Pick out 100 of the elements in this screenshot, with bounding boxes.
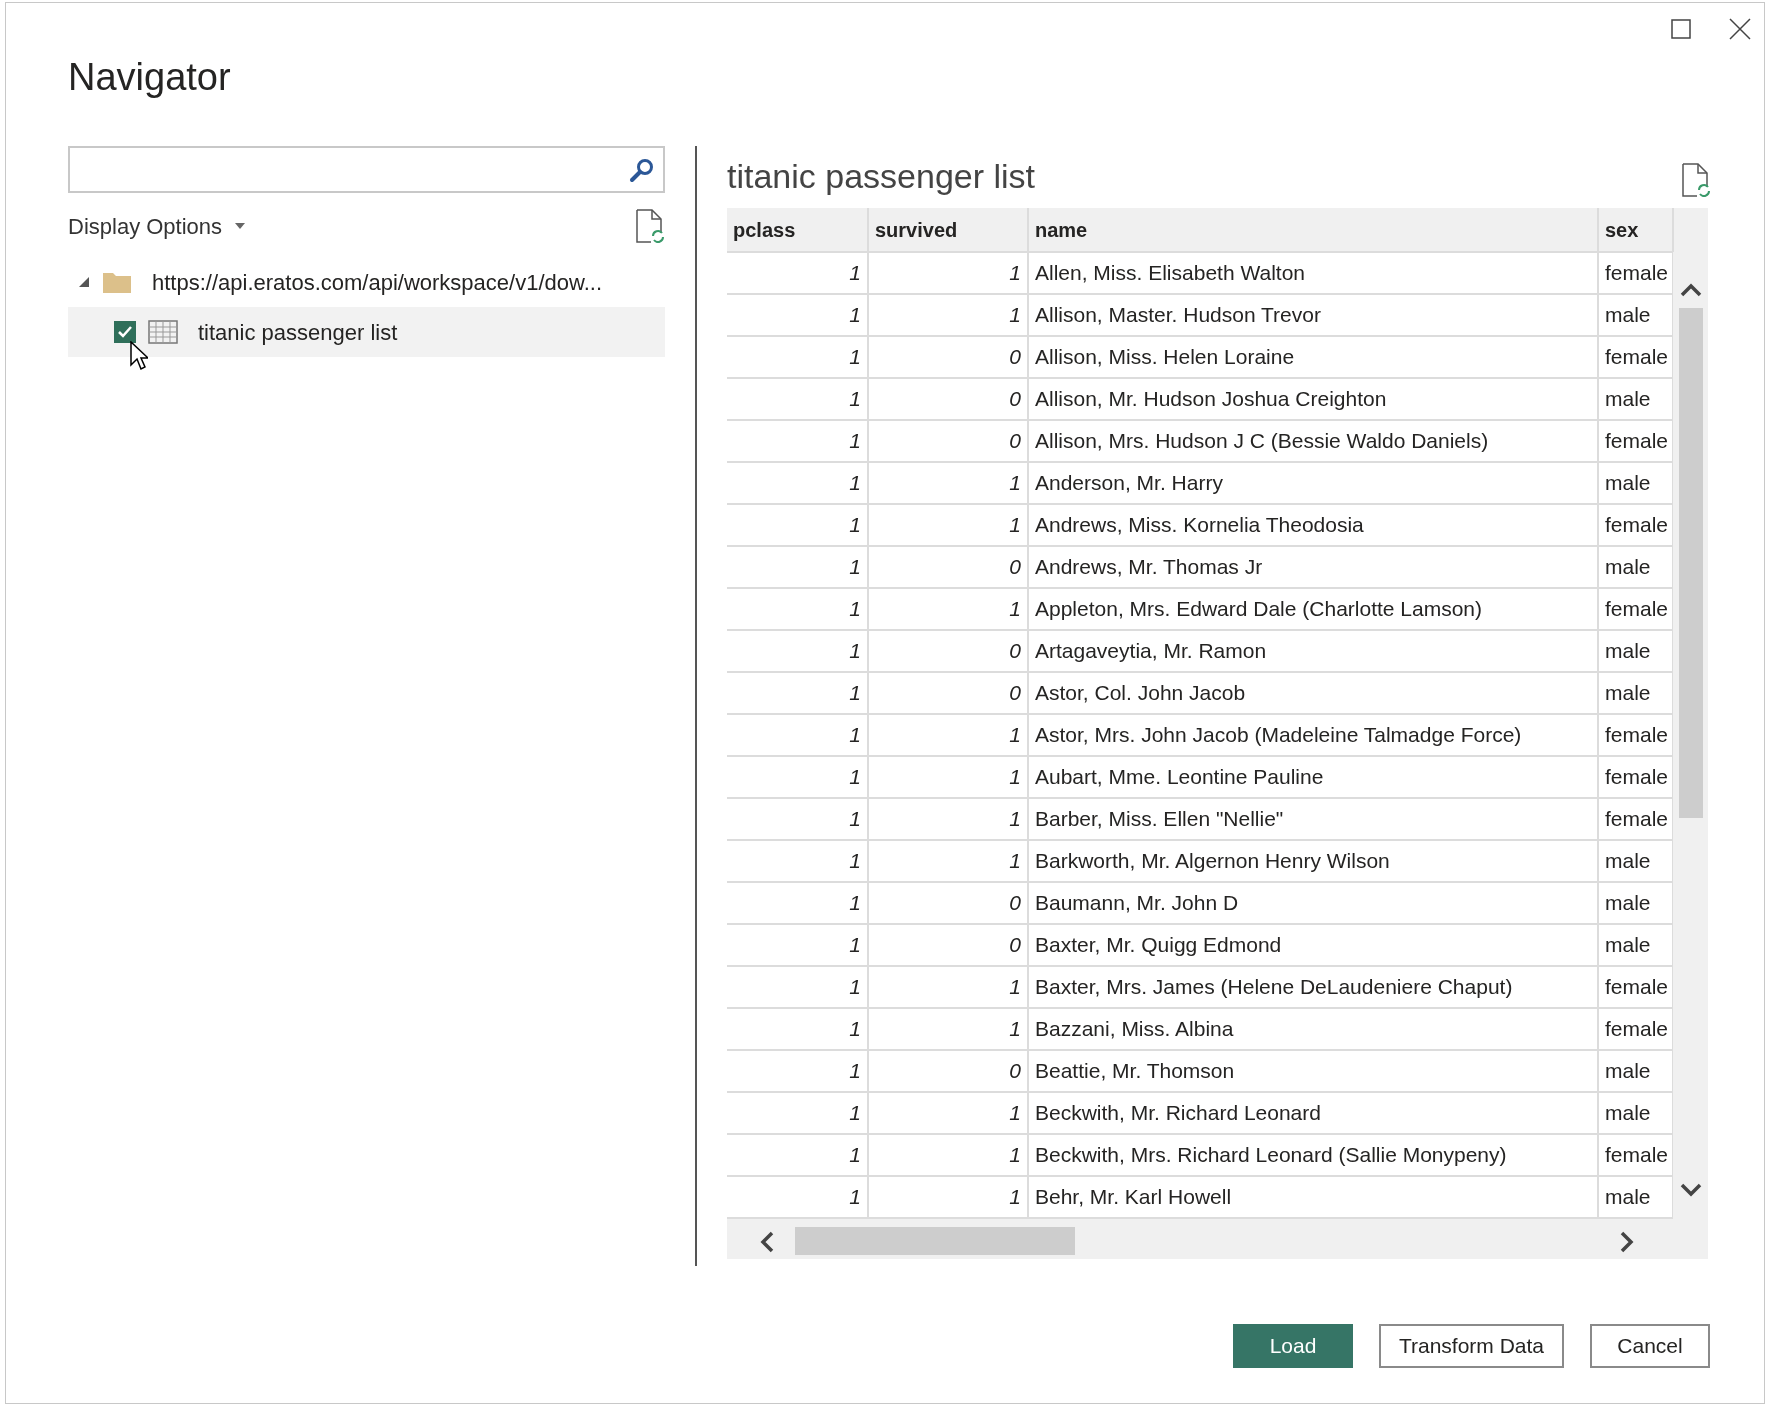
table-cell: 1 bbox=[727, 924, 868, 966]
table-cell: Barkworth, Mr. Algernon Henry Wilson bbox=[1028, 840, 1598, 882]
table-cell: 1 bbox=[868, 1008, 1028, 1050]
folder-icon bbox=[102, 270, 132, 294]
table-cell: Baxter, Mrs. James (Helene DeLaudeniere Chaput) bbox=[1028, 966, 1598, 1008]
table-cell: 1 bbox=[727, 714, 868, 756]
table-cell: 1 bbox=[727, 840, 868, 882]
scroll-right-icon[interactable] bbox=[1619, 1231, 1635, 1253]
table-cell: 1 bbox=[868, 1176, 1028, 1218]
table-cell: 1 bbox=[727, 294, 868, 336]
table-cell: Andrews, Miss. Kornelia Theodosia bbox=[1028, 504, 1598, 546]
table-cell: Beattie, Mr. Thomson bbox=[1028, 1050, 1598, 1092]
table-cell: Andrews, Mr. Thomas Jr bbox=[1028, 546, 1598, 588]
table-cell: 1 bbox=[868, 966, 1028, 1008]
table-cell: Astor, Mrs. John Jacob (Madeleine Talmadge Force) bbox=[1028, 714, 1598, 756]
caret-icon bbox=[234, 222, 247, 230]
dialog-button[interactable]: Cancel bbox=[1590, 1324, 1710, 1368]
scrollbar-thumb[interactable] bbox=[795, 1227, 1075, 1255]
table-cell: Allison, Mr. Hudson Joshua Creighton bbox=[1028, 378, 1598, 420]
table-cell: Aubart, Mme. Leontine Pauline bbox=[1028, 756, 1598, 798]
mouse-pointer-icon bbox=[130, 341, 148, 371]
table-cell: 1 bbox=[727, 672, 868, 714]
table-cell: 0 bbox=[868, 1050, 1028, 1092]
table-cell: 1 bbox=[727, 756, 868, 798]
table-cell: 0 bbox=[868, 546, 1028, 588]
table-cell: 1 bbox=[868, 798, 1028, 840]
table-cell: Baxter, Mr. Quigg Edmond bbox=[1028, 924, 1598, 966]
table-cell: 1 bbox=[727, 378, 868, 420]
table-cell: 1 bbox=[727, 966, 868, 1008]
table-cell: 1 bbox=[868, 294, 1028, 336]
table-cell: 1 bbox=[868, 840, 1028, 882]
table-cell: 1 bbox=[727, 546, 868, 588]
table-cell: 1 bbox=[868, 1092, 1028, 1134]
table-cell: Baumann, Mr. John D bbox=[1028, 882, 1598, 924]
table-cell: 1 bbox=[727, 630, 868, 672]
table-cell: 1 bbox=[727, 882, 868, 924]
preview-title: titanic passenger list bbox=[727, 156, 1036, 197]
table-cell: 0 bbox=[868, 882, 1028, 924]
search-field[interactable] bbox=[68, 146, 665, 193]
table-cell: Beckwith, Mr. Richard Leonard bbox=[1028, 1092, 1598, 1134]
table-cell: 0 bbox=[868, 420, 1028, 462]
refresh-document-icon[interactable] bbox=[1681, 163, 1711, 197]
table-icon bbox=[148, 320, 178, 344]
table-cell: 1 bbox=[727, 462, 868, 504]
display-options-dropdown[interactable]: Display Options bbox=[68, 209, 247, 243]
table-cell: 0 bbox=[868, 630, 1028, 672]
table-cell: 0 bbox=[868, 672, 1028, 714]
column-header: name bbox=[1028, 208, 1598, 252]
table-cell: 0 bbox=[868, 378, 1028, 420]
table-cell: 1 bbox=[727, 336, 868, 378]
table-cell: 1 bbox=[868, 714, 1028, 756]
collapse-arrow-icon[interactable] bbox=[78, 276, 90, 288]
scroll-left-icon[interactable] bbox=[759, 1231, 775, 1253]
scroll-up-icon[interactable] bbox=[1679, 282, 1703, 298]
table-cell: 1 bbox=[727, 1008, 868, 1050]
table-cell: 1 bbox=[868, 252, 1028, 294]
table-cell: Allison, Miss. Helen Loraine bbox=[1028, 336, 1598, 378]
scroll-down-icon[interactable] bbox=[1679, 1182, 1703, 1198]
table-cell: Behr, Mr. Karl Howell bbox=[1028, 1176, 1598, 1218]
column-header: sex bbox=[1598, 208, 1673, 252]
table-cell: 1 bbox=[868, 756, 1028, 798]
table-cell: 1 bbox=[727, 1176, 868, 1218]
table-cell: Barber, Miss. Ellen "Nellie" bbox=[1028, 798, 1598, 840]
refresh-document-icon[interactable] bbox=[635, 209, 665, 243]
dialog-button[interactable]: Transform Data bbox=[1379, 1324, 1564, 1368]
table-cell: Appleton, Mrs. Edward Dale (Charlotte Lamson) bbox=[1028, 588, 1598, 630]
table-cell: 0 bbox=[868, 336, 1028, 378]
table-cell: 1 bbox=[868, 462, 1028, 504]
window-title: Navigator bbox=[68, 55, 231, 100]
column-header: survived bbox=[868, 208, 1028, 252]
scrollbar-thumb[interactable] bbox=[1679, 308, 1703, 818]
table-cell: 1 bbox=[727, 420, 868, 462]
table-cell: 1 bbox=[727, 1134, 868, 1176]
dialog-button[interactable]: Load bbox=[1233, 1324, 1353, 1368]
tree-item[interactable]: titanic passenger list bbox=[68, 307, 665, 357]
table-cell: 1 bbox=[727, 504, 868, 546]
checkbox[interactable] bbox=[114, 321, 136, 343]
table-cell: 1 bbox=[868, 504, 1028, 546]
maximize-button[interactable] bbox=[1670, 18, 1692, 40]
table-cell: Allen, Miss. Elisabeth Walton bbox=[1028, 252, 1598, 294]
table-cell: Allison, Mrs. Hudson J C (Bessie Waldo Daniels) bbox=[1028, 420, 1598, 462]
table-cell: Beckwith, Mrs. Richard Leonard (Sallie Monypeny) bbox=[1028, 1134, 1598, 1176]
table-cell: 1 bbox=[727, 798, 868, 840]
search-icon bbox=[629, 156, 655, 183]
checkmark-icon bbox=[117, 324, 133, 340]
table-cell: 1 bbox=[727, 588, 868, 630]
tree-item[interactable]: https://api.eratos.com/api/workspace/v1/dow... bbox=[68, 257, 665, 307]
table-cell: 1 bbox=[868, 1134, 1028, 1176]
table-cell: 1 bbox=[727, 1050, 868, 1092]
table-cell: 1 bbox=[868, 588, 1028, 630]
table-cell: Allison, Master. Hudson Trevor bbox=[1028, 294, 1598, 336]
table-cell: 1 bbox=[727, 252, 868, 294]
close-button[interactable] bbox=[1728, 17, 1752, 41]
table-cell: Anderson, Mr. Harry bbox=[1028, 462, 1598, 504]
column-header: pclass bbox=[727, 208, 868, 252]
table-cell: Astor, Col. John Jacob bbox=[1028, 672, 1598, 714]
table-cell: Artagaveytia, Mr. Ramon bbox=[1028, 630, 1598, 672]
table-cell: 0 bbox=[868, 924, 1028, 966]
table-cell: Bazzani, Miss. Albina bbox=[1028, 1008, 1598, 1050]
table-cell: 1 bbox=[727, 1092, 868, 1134]
